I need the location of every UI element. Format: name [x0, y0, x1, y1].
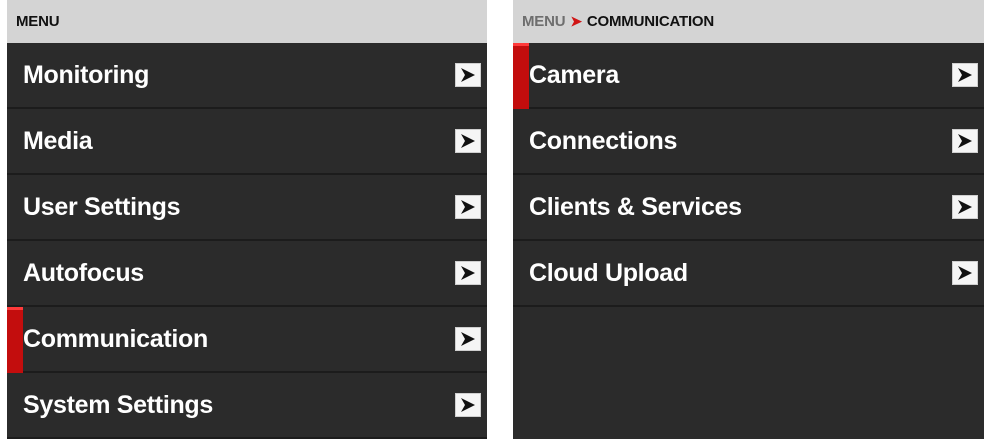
breadcrumb-current: COMMUNICATION — [586, 13, 715, 30]
breadcrumb-root[interactable]: MENU — [16, 13, 60, 30]
breadcrumb: MENU ➤ COMMUNICATION — [513, 0, 984, 43]
chevron-right-icon[interactable] — [952, 261, 978, 285]
chevron-right-icon[interactable] — [455, 195, 481, 219]
menu-item-label: Autofocus — [23, 258, 144, 287]
menu-list: Monitoring Media User Settings Autofocus… — [7, 43, 487, 439]
menu-item-label: Communication — [23, 324, 208, 353]
menu-item-user-settings[interactable]: User Settings — [7, 175, 487, 241]
chevron-right-icon[interactable] — [455, 393, 481, 417]
chevron-right-icon[interactable] — [952, 129, 978, 153]
breadcrumb-root[interactable]: MENU — [522, 13, 566, 30]
chevron-right-icon[interactable] — [455, 63, 481, 87]
chevron-right-icon[interactable] — [455, 261, 481, 285]
submenu-item-label: Connections — [529, 126, 678, 155]
menu-item-label: Media — [23, 126, 93, 155]
menu-item-communication[interactable]: Communication — [7, 307, 487, 373]
menu-item-media[interactable]: Media — [7, 109, 487, 175]
menu-item-autofocus[interactable]: Autofocus — [7, 241, 487, 307]
submenu-item-cloud-upload[interactable]: Cloud Upload — [513, 241, 984, 307]
submenu-item-camera[interactable]: Camera — [513, 43, 984, 109]
submenu-list: Camera Connections Clients & Services Cl… — [513, 43, 984, 307]
breadcrumb: MENU — [7, 0, 487, 43]
main-menu-panel: MENU Monitoring Media User Settings Auto… — [7, 0, 487, 439]
selection-indicator — [513, 43, 529, 109]
submenu-item-clients-services[interactable]: Clients & Services — [513, 175, 984, 241]
chevron-right-icon[interactable] — [952, 63, 978, 87]
menu-item-monitoring[interactable]: Monitoring — [7, 43, 487, 109]
breadcrumb-separator-icon: ➤ — [570, 13, 582, 29]
communication-submenu-panel: MENU ➤ COMMUNICATION Camera Connections … — [513, 0, 984, 439]
chevron-right-icon[interactable] — [952, 195, 978, 219]
chevron-right-icon[interactable] — [455, 327, 481, 351]
submenu-item-label: Clients & Services — [529, 192, 742, 221]
menu-item-label: User Settings — [23, 192, 181, 221]
submenu-item-label: Cloud Upload — [529, 258, 688, 287]
chevron-right-icon[interactable] — [455, 129, 481, 153]
menu-item-label: System Settings — [23, 390, 214, 419]
selection-indicator — [7, 307, 23, 373]
menu-item-system-settings[interactable]: System Settings — [7, 373, 487, 439]
menu-item-label: Monitoring — [23, 60, 150, 89]
submenu-item-connections[interactable]: Connections — [513, 109, 984, 175]
